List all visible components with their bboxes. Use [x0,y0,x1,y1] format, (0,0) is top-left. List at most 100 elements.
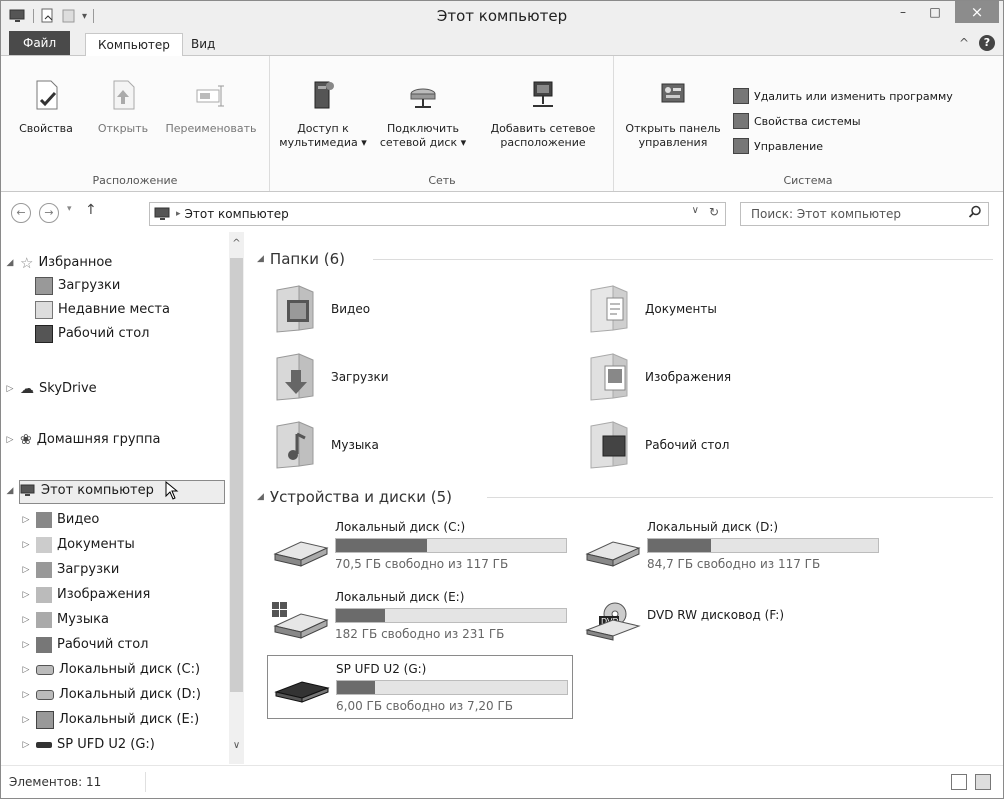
nav-item-pc-downloads[interactable]: ▷ Загрузки [21,559,119,581]
open-button[interactable]: Открыть [91,78,155,136]
folder-pictures[interactable]: Изображения [587,352,731,402]
recent-locations-icon[interactable]: ▾ [67,204,72,214]
nav-item-drive-e[interactable]: ▷ Локальный диск (E:) [21,709,199,731]
uninstall-icon [733,88,749,104]
nav-label: Документы [57,537,135,552]
drive-d[interactable]: Локальный диск (D:) 84,7 ГБ свободно из … [583,520,887,582]
scroll-up-icon[interactable]: ^ [229,238,244,252]
nav-label: Этот компьютер [41,483,154,498]
add-network-location-button[interactable]: Добавить сетевое расположение [479,78,607,150]
nav-item-pc-music[interactable]: ▷ Музыка [21,609,109,631]
navigation-pane: ◢ ☆ Избранное Загрузки Недавние места Ра… [1,232,247,764]
folder-videos[interactable]: Видео [273,284,370,334]
back-button[interactable]: ← [11,203,31,223]
collapsed-arrow-icon[interactable]: ▷ [5,378,15,400]
star-icon: ☆ [20,254,34,272]
expanded-arrow-icon[interactable]: ◢ [257,254,264,264]
breadcrumb-chevron-icon[interactable]: ▸ [176,209,181,219]
control-panel-label-2: управления [638,136,708,149]
collapsed-arrow-icon[interactable]: ▷ [21,659,31,681]
music-folder-icon [36,612,52,628]
ribbon: Свойства Открыть Переименовать Расположе… [1,56,1003,192]
address-bar[interactable]: ▸ Этот компьютер ∨ ↻ [149,202,726,226]
nav-item-pc-pictures[interactable]: ▷ Изображения [21,584,150,606]
expanded-arrow-icon[interactable]: ◢ [5,252,15,274]
map-network-drive-button[interactable]: Подключить сетевой диск ▾ [371,78,475,150]
nav-item-drive-d[interactable]: ▷ Локальный диск (D:) [21,684,201,706]
nav-item-downloads[interactable]: Загрузки [35,275,120,297]
folder-documents[interactable]: Документы [587,284,717,334]
nav-item-recent-places[interactable]: Недавние места [35,299,170,321]
collapsed-arrow-icon[interactable]: ▷ [21,709,31,731]
expanded-arrow-icon[interactable]: ◢ [257,492,264,502]
drive-e[interactable]: Локальный диск (E:) 182 ГБ свободно из 2… [271,590,575,652]
drive-g-usb[interactable]: SP UFD U2 (G:) 6,00 ГБ свободно из 7,20 … [267,655,573,719]
control-panel-button[interactable]: Открыть панель управления [619,78,727,150]
nav-item-pc-desktop[interactable]: ▷ Рабочий стол [21,634,148,656]
collapsed-arrow-icon[interactable]: ▷ [21,734,31,756]
large-icons-view-icon[interactable] [975,774,991,790]
scroll-down-icon[interactable]: ∨ [229,740,244,754]
scroll-thumb[interactable] [230,258,243,692]
collapsed-arrow-icon[interactable]: ▷ [21,609,31,631]
nav-scrollbar[interactable]: ^ ∨ [229,232,244,764]
nav-item-pc-documents[interactable]: ▷ Документы [21,534,135,556]
drive-f-dvd[interactable]: DVD DVD RW дисковод (F:) [583,590,887,652]
tab-computer[interactable]: Компьютер [85,33,183,57]
up-button[interactable]: ↑ [85,202,97,218]
expanded-arrow-icon[interactable]: ◢ [5,480,15,502]
nav-label: SkyDrive [39,381,97,396]
forward-button[interactable]: → [39,203,59,223]
details-view-icon[interactable] [951,774,967,790]
nav-item-this-pc[interactable]: ◢ Этот компьютер [5,480,179,502]
nav-item-drive-c[interactable]: ▷ Локальный диск (C:) [21,659,201,681]
collapsed-arrow-icon[interactable]: ▷ [21,534,31,556]
nav-item-favorites[interactable]: ◢ ☆ Избранное [5,252,113,274]
help-icon[interactable]: ? [979,35,995,51]
collapse-ribbon-button[interactable]: ^ [959,36,969,50]
collapsed-arrow-icon[interactable]: ▷ [21,559,31,581]
nav-item-pc-videos[interactable]: ▷ Видео [21,509,99,531]
manage-button[interactable]: Управление [733,138,823,154]
nav-item-desktop[interactable]: Рабочий стол [35,323,149,345]
breadcrumb[interactable]: Этот компьютер [185,207,289,221]
address-dropdown-icon[interactable]: ∨ [692,205,699,219]
search-input[interactable]: Поиск: Этот компьютер [740,202,989,226]
uninstall-program-button[interactable]: Удалить или изменить программу [733,88,953,104]
desktop-folder-icon [590,421,628,469]
search-icon[interactable] [968,205,982,222]
drive-c[interactable]: Локальный диск (C:) 70,5 ГБ свободно из … [271,520,575,582]
devices-section-header[interactable]: ◢ Устройства и диски (5) [257,486,452,508]
tab-file[interactable]: Файл [9,31,71,55]
section-divider [487,497,993,498]
nav-item-drive-g[interactable]: ▷ SP UFD U2 (G:) [21,734,155,756]
refresh-icon[interactable]: ↻ [709,205,719,219]
nav-item-skydrive[interactable]: ▷ ☁ SkyDrive [5,378,97,400]
folder-music[interactable]: Музыка [273,420,379,470]
folder-desktop[interactable]: Рабочий стол [587,420,729,470]
drive-icon [36,690,54,700]
close-button[interactable]: × [955,1,999,23]
collapsed-arrow-icon[interactable]: ▷ [5,429,15,451]
rename-button[interactable]: Переименовать [157,78,265,136]
pictures-folder-icon [36,587,52,603]
hard-drive-icon [585,541,641,567]
properties-button[interactable]: Свойства [5,78,87,136]
map-drive-label-1: Подключить [386,122,460,135]
collapsed-arrow-icon[interactable]: ▷ [21,634,31,656]
minimize-button[interactable]: – [889,1,917,23]
maximize-button[interactable]: □ [921,1,949,23]
collapsed-arrow-icon[interactable]: ▷ [21,584,31,606]
tab-view[interactable]: Вид [179,33,227,55]
collapsed-arrow-icon[interactable]: ▷ [21,509,31,531]
collapsed-arrow-icon[interactable]: ▷ [21,684,31,706]
folder-downloads[interactable]: Загрузки [273,352,389,402]
media-access-button[interactable]: Доступ к мультимедиа ▾ [277,78,369,150]
nav-item-homegroup[interactable]: ▷ ❀ Домашняя группа [5,429,161,451]
folders-section-header[interactable]: ◢ Папки (6) [257,248,345,270]
system-properties-button[interactable]: Свойства системы [733,113,861,129]
usb-drive-icon [36,742,52,748]
drive-usage-bar [647,538,879,553]
drive-free-space: 70,5 ГБ свободно из 117 ГБ [335,557,509,571]
rename-icon [196,85,224,107]
